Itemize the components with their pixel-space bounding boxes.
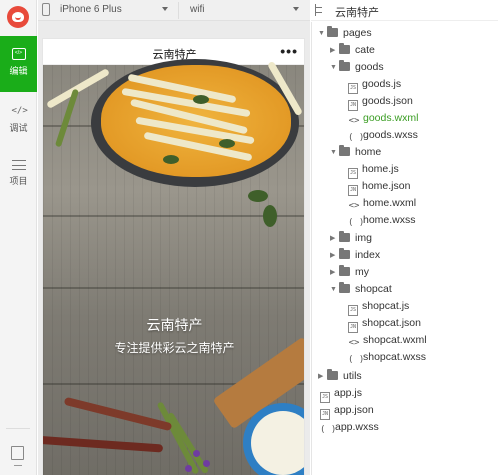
folder-icon <box>327 369 338 380</box>
folder-icon <box>339 282 350 293</box>
tree-file-shopcat-wxss[interactable]: ( )shopcat.wxss <box>348 349 426 366</box>
left-nav: </> 编辑 </> 调试 项目 <box>0 0 37 475</box>
tree-folder-index[interactable]: ▶ index <box>330 247 380 264</box>
tree-file-home-js[interactable]: JS home.js <box>348 161 399 179</box>
tree-folder-pages[interactable]: ▼ pages <box>318 25 372 42</box>
phone-icon <box>42 3 50 16</box>
caret-down-icon: ▼ <box>330 64 337 71</box>
tree-file-home-wxml[interactable]: <> home.wxml <box>348 195 417 212</box>
phone-screen: 云南特产 ••• 云南特产 专注提供彩云之南特产 <box>42 38 305 475</box>
menu-lines-icon <box>11 160 26 170</box>
hero-title: 云南特产 <box>146 317 203 333</box>
caret-right-icon: ▶ <box>330 252 336 259</box>
style-file-icon: ( ) <box>320 425 337 435</box>
folder-icon <box>339 43 350 54</box>
tree-folder-shopcat[interactable]: ▼ shopcat <box>330 281 392 298</box>
tree-file-shopcat-wxml[interactable]: <> shopcat.wxml <box>348 332 427 349</box>
upload-icon[interactable] <box>11 446 24 460</box>
toolbar-divider <box>178 2 179 19</box>
folder-icon <box>339 231 350 242</box>
chevron-down-icon[interactable] <box>162 7 168 11</box>
tree-folder-utils[interactable]: ▶ utils <box>318 368 362 385</box>
hero-image: 云南特产 专注提供彩云之南特产 <box>43 59 304 475</box>
folder-icon <box>339 265 350 276</box>
caret-down-icon: ▼ <box>330 149 337 156</box>
tree-file-goods-json[interactable]: JN goods.json <box>348 93 413 111</box>
file-tree-icon <box>315 4 327 16</box>
nav-debug-button[interactable]: </> 调试 <box>0 93 37 149</box>
nav-edit-button[interactable]: </> 编辑 <box>0 36 37 92</box>
hero-subtitle: 专注提供彩云之南特产 <box>114 341 235 355</box>
tree-folder-home[interactable]: ▼ home <box>330 144 381 161</box>
tree-file-goods-js[interactable]: JS goods.js <box>348 76 401 94</box>
nav-edit-label: 编辑 <box>9 66 28 76</box>
tree-file-goods-wxml[interactable]: <> goods.wxml <box>348 110 419 127</box>
caret-right-icon: ▶ <box>330 47 336 54</box>
simulator-toolbar: iPhone 6 Plus wifi <box>38 0 310 21</box>
caret-right-icon: ▶ <box>330 269 336 276</box>
settings-icon[interactable] <box>14 465 22 471</box>
tree-folder-goods[interactable]: ▼ goods <box>330 59 384 76</box>
tree-file-app-json[interactable]: JN app.json <box>320 402 374 420</box>
device-select[interactable]: iPhone 6 Plus <box>60 4 122 15</box>
style-file-icon: ( ) <box>348 218 365 228</box>
tree-folder-my[interactable]: ▶ my <box>330 264 369 281</box>
file-tree-header: 云南特产 <box>311 0 498 21</box>
file-tree: ▼ pages ▶ cate ▼ goods JS goods.js JN goods.j… <box>311 22 498 475</box>
folder-icon <box>339 248 350 259</box>
tree-file-home-wxss[interactable]: ( )home.wxss <box>348 212 416 229</box>
folder-icon <box>339 145 350 156</box>
nav-project-button[interactable]: 项目 <box>0 148 37 204</box>
chevron-down-icon[interactable] <box>293 7 299 11</box>
caret-down-icon: ▼ <box>330 286 337 293</box>
caret-down-icon: ▼ <box>318 30 325 37</box>
folder-icon <box>339 60 350 71</box>
tree-file-goods-wxss[interactable]: ( )goods.wxss <box>348 127 418 144</box>
tree-file-shopcat-js[interactable]: JS shopcat.js <box>348 298 409 316</box>
app-logo-icon <box>7 6 29 28</box>
nav-debug-label: 调试 <box>9 123 28 133</box>
tree-file-home-json[interactable]: JN home.json <box>348 178 410 196</box>
more-icon[interactable]: ••• <box>280 43 298 59</box>
tree-folder-cate[interactable]: ▶ cate <box>330 42 375 59</box>
caret-right-icon: ▶ <box>330 235 336 242</box>
tree-file-app-js[interactable]: JS app.js <box>320 385 362 403</box>
code-editor-icon: </> <box>11 48 26 60</box>
tree-file-shopcat-json[interactable]: JN shopcat.json <box>348 315 421 333</box>
tree-file-app-wxss[interactable]: ( )app.wxss <box>320 419 379 436</box>
nav-project-label: 项目 <box>9 176 28 186</box>
tree-folder-img[interactable]: ▶ img <box>330 230 372 247</box>
code-icon: </> <box>11 106 28 116</box>
caret-right-icon: ▶ <box>318 373 324 380</box>
simulator-area: 云南特产 ••• 云南特产 专注提供彩云之南特产 <box>38 21 310 475</box>
folder-icon <box>327 26 338 37</box>
project-title: 云南特产 <box>335 7 379 19</box>
network-select[interactable]: wifi <box>190 4 204 15</box>
style-file-icon: ( ) <box>348 355 365 365</box>
nav-divider <box>6 428 30 429</box>
